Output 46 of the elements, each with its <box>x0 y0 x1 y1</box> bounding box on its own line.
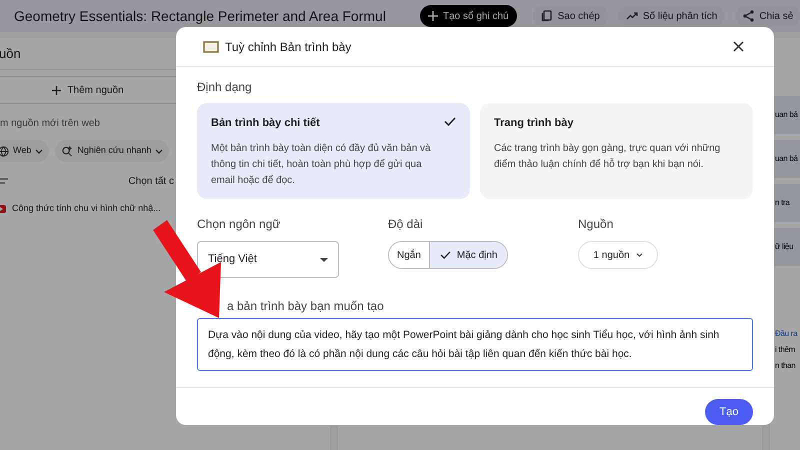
dropdown-arrow-icon <box>320 258 328 262</box>
format-option[interactable]: Trang trình bày Các trang trình bày gọn gàng, trực quan với những điểm thảo luận chính để hỗ trợ bạn khi bạn nói. <box>480 103 753 199</box>
search-icon <box>61 146 74 156</box>
chevron-icon <box>155 148 164 154</box>
chevron-icon <box>35 148 44 154</box>
check-icon <box>440 251 451 259</box>
sources-dropdown[interactable]: 1 nguồn <box>578 241 658 269</box>
toolbar-button[interactable]: Chia sẻ <box>735 5 800 27</box>
note-text: n than <box>774 360 796 372</box>
create-button[interactable]: Tạo <box>705 399 753 425</box>
share-icon <box>743 10 754 22</box>
option-description: Một bản trình bày toàn diện có đầy đủ văn bản và thông tin chi tiết, hoàn toàn phù hợp để gửi qua email hoặc để đọc. <box>211 142 432 188</box>
length-option[interactable]: Mặc định <box>428 242 508 268</box>
check-icon <box>444 117 456 126</box>
plus-icon <box>428 11 438 21</box>
notebook-title: Geometry Essentials: Rectangle Perimeter and Area Formul <box>14 6 387 26</box>
close-icon <box>732 41 744 52</box>
dialog-title: Tuỳ chỉnh Bản trình bày <box>225 38 352 56</box>
source-title: Công thức tính chu vi hình chữ nhậ... <box>12 202 161 216</box>
format-option[interactable]: Bản trình bày chi tiết Một bản trình bày toàn diện có đầy đủ văn bản và thông tin chi tiết, hoàn toàn phù hợp để gửi qua email hoặc để đọc. <box>197 103 470 199</box>
add-source-button[interactable]: Thêm nguồn <box>0 76 176 104</box>
globe-icon <box>0 146 9 156</box>
panel-heading: uồn <box>0 44 21 63</box>
field-label: Nguồn <box>578 216 614 229</box>
new-notebook-button[interactable]: Tạo sổ ghi chú <box>420 5 517 27</box>
toolbar-button[interactable]: Số liệu phân tích <box>618 5 726 27</box>
option-description: Các trang trình bày gọn gàng, trực quan với những điểm thảo luận chính để hỗ trợ bạn khi bạn nói. <box>494 142 722 172</box>
prompt-field[interactable]: Dựa vào nội dung của video, hãy tạo một PowerPoint bài giảng dành cho học sinh Tiểu học, với hình ảnh sinh động, kèm theo đó là có phần nội dung các câu hỏi bài tập liên quan đến kiến thức bài học. <box>197 318 753 371</box>
filter-dropdown[interactable]: Nghiên cứu nhanh <box>55 140 170 162</box>
option-title: Trang trình bày <box>494 116 574 131</box>
field-label: Độ dài <box>388 216 424 229</box>
filter-dropdown[interactable]: Web <box>0 140 50 162</box>
search-hint: m nguồn mới trên web <box>0 117 100 131</box>
note-text: i thêm <box>774 344 796 356</box>
section-label: Định dạng <box>197 79 253 96</box>
select-all-label: Chọn tất c <box>128 174 174 188</box>
copy-icon <box>540 10 553 22</box>
plus-icon <box>52 86 62 94</box>
chevron-icon <box>636 253 643 257</box>
field-label: Chọn ngôn ngữ <box>197 216 282 229</box>
field-label: a bản trình bày bạn muốn tạo <box>227 298 385 311</box>
slides-icon <box>203 40 219 52</box>
option-title: Bản trình bày chi tiết <box>211 116 320 131</box>
trend-icon <box>626 11 638 21</box>
filter-icon <box>0 178 8 184</box>
toolbar-button[interactable]: Sao chép <box>532 5 608 27</box>
